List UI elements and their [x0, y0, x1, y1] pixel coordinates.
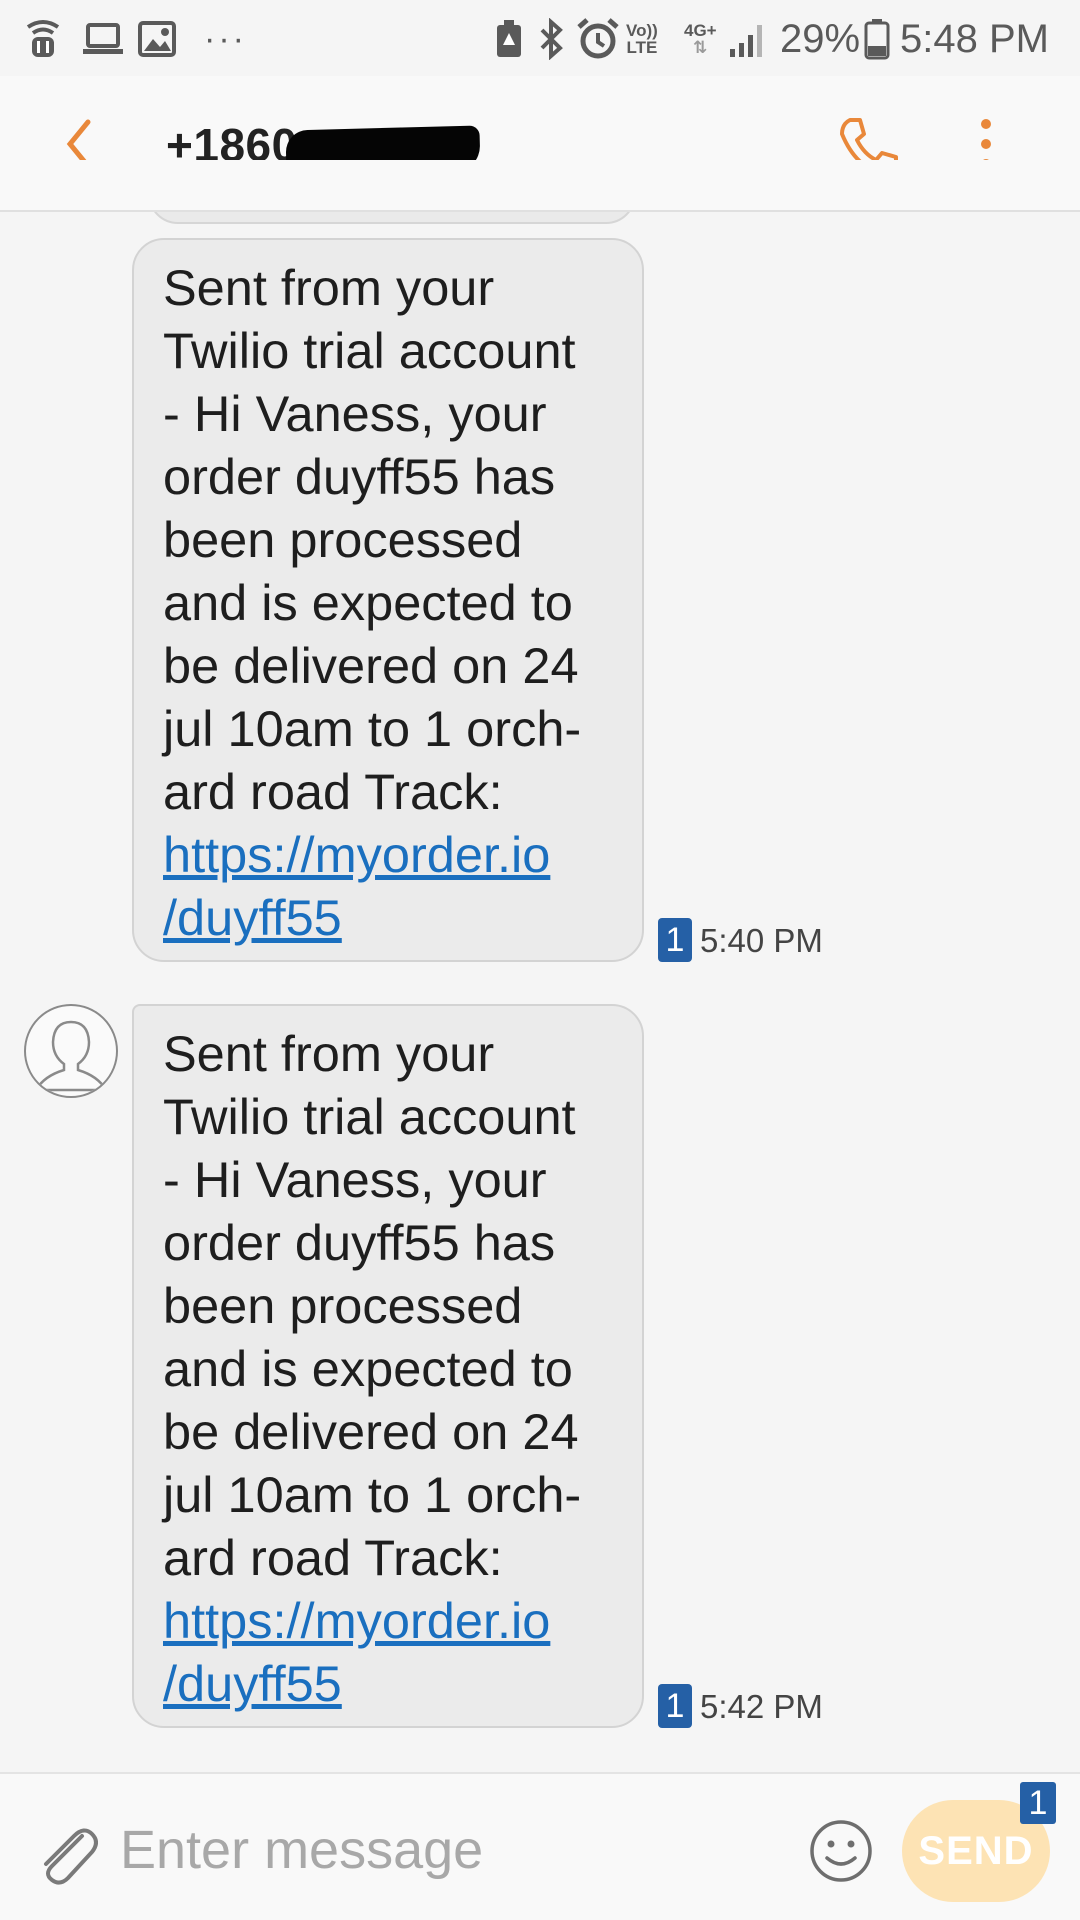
alarm-icon [576, 14, 620, 64]
message-timestamp: 5:40 PM [700, 922, 823, 959]
sim-badge: 1 [658, 918, 692, 962]
message-bubble[interactable]: Sent from your Twilio trial account - Hi… [132, 1004, 644, 1728]
send-sim-badge: 1 [1020, 1782, 1056, 1824]
bluetooth-icon [538, 14, 564, 64]
emoji-button[interactable] [808, 1818, 874, 1884]
wifi-calling-icon [24, 14, 62, 64]
message-bubble[interactable]: Sent from your Twilio trial account - Hi… [132, 238, 644, 962]
more-notifications-icon: ··· [204, 19, 247, 58]
smiley-icon [810, 1820, 872, 1882]
battery-percent: 29% [780, 16, 861, 61]
volte-icon: Vo)) LTE [626, 21, 658, 57]
clock: 5:48 PM [900, 16, 1049, 61]
laptop-icon [82, 14, 124, 64]
message-text: Sent from your Twilio trial account - Hi… [163, 259, 582, 820]
network-type-icon: 4G+ ⇅ [684, 21, 717, 57]
tracking-link[interactable]: https://myorder.io /duyff55 [163, 1589, 614, 1715]
status-bar: ··· Vo)) LTE 4G+ ⇅ 29% 5:48 PM [0, 0, 1080, 76]
tracking-link[interactable]: https://myorder.io /duyff55 [163, 823, 614, 949]
message-input[interactable] [120, 1806, 780, 1894]
paperclip-icon [44, 1828, 98, 1885]
sim-badge: 1 [658, 1684, 692, 1728]
gallery-icon [138, 14, 176, 64]
attach-button[interactable] [34, 1814, 98, 1890]
header-overlap [0, 160, 1080, 212]
signal-icon [728, 14, 768, 64]
message-composer: SEND [0, 1772, 1080, 1920]
battery-icon [864, 14, 890, 64]
message-text: Sent from your Twilio trial account - Hi… [163, 1025, 582, 1586]
contact-avatar[interactable] [24, 1004, 118, 1098]
person-icon [33, 1020, 109, 1092]
battery-saver-icon [494, 14, 524, 64]
message-timestamp: 5:42 PM [700, 1688, 823, 1725]
